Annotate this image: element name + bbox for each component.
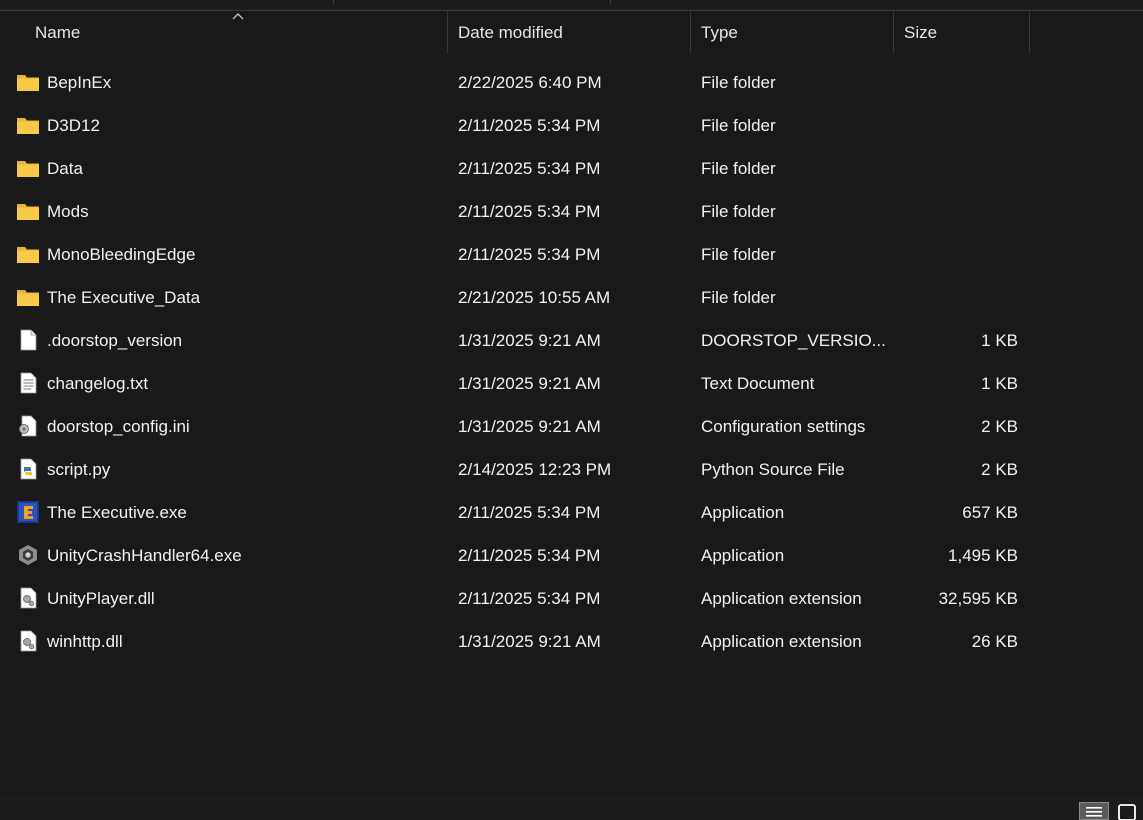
file-row[interactable]: UnityPlayer.dll 2/11/2025 5:34 PM Applicat… xyxy=(0,577,1030,620)
file-date-modified: 2/11/2025 5:34 PM xyxy=(458,589,601,608)
file-row[interactable]: changelog.txt 1/31/2025 9:21 AM Text Docum… xyxy=(0,362,1030,405)
file-date-modified: 2/11/2025 5:34 PM xyxy=(458,159,601,178)
python-file-icon xyxy=(16,458,40,480)
file-type: Application xyxy=(701,503,785,522)
file-date-modified: 2/11/2025 5:34 PM xyxy=(458,503,601,522)
config-file-icon xyxy=(16,415,40,437)
file-row[interactable]: doorstop_config.ini 1/31/2025 9:21 AM Conf… xyxy=(0,405,1030,448)
file-name: BepInEx xyxy=(47,73,112,92)
file-date-modified: 1/31/2025 9:21 AM xyxy=(458,374,601,393)
file-date-modified: 2/11/2025 5:34 PM xyxy=(458,245,601,264)
file-name: MonoBleedingEdge xyxy=(47,245,196,264)
folder-icon xyxy=(16,71,40,93)
file-date-modified: 1/31/2025 9:21 AM xyxy=(458,331,601,350)
column-header-row: Name Date modified Type Size xyxy=(0,11,1030,53)
file-row[interactable]: winhttp.dll 1/31/2025 9:21 AM Application … xyxy=(0,620,1030,663)
file-type: Application xyxy=(701,546,785,565)
file-name: script.py xyxy=(47,460,111,479)
file-name: The Executive.exe xyxy=(47,503,187,522)
file-type: File folder xyxy=(701,159,776,178)
dll-file-icon xyxy=(16,587,40,609)
file-size: 1 KB xyxy=(981,374,1018,393)
file-date-modified: 2/11/2025 5:34 PM xyxy=(458,116,601,135)
file-date-modified: 2/11/2025 5:34 PM xyxy=(458,202,601,221)
text-file-icon xyxy=(16,372,40,394)
details-view-button[interactable] xyxy=(1079,802,1109,820)
file-size: 2 KB xyxy=(981,460,1018,479)
file-date-modified: 1/31/2025 9:21 AM xyxy=(458,632,601,651)
file-type: File folder xyxy=(701,116,776,135)
column-header-name[interactable]: Name xyxy=(0,11,448,53)
file-type: Application extension xyxy=(701,589,862,608)
details-view-icon xyxy=(1086,807,1102,817)
file-size xyxy=(894,61,1018,104)
file-row[interactable]: .doorstop_version 1/31/2025 9:21 AM DOORST… xyxy=(0,319,1030,362)
file-name: The Executive_Data xyxy=(47,288,201,307)
file-row[interactable]: UnityCrashHandler64.exe 2/11/2025 5:34 PM… xyxy=(0,534,1030,577)
game-exe-icon xyxy=(16,501,40,523)
file-name: changelog.txt xyxy=(47,374,149,393)
file-size xyxy=(894,147,1018,190)
file-size: 657 KB xyxy=(962,503,1018,522)
blank-file-icon xyxy=(16,329,40,351)
file-row[interactable]: D3D12 2/11/2025 5:34 PM File folder xyxy=(0,104,1030,147)
file-size: 1 KB xyxy=(981,331,1018,350)
file-type: Application extension xyxy=(701,632,862,651)
file-size xyxy=(894,233,1018,276)
file-type: Configuration settings xyxy=(701,417,866,436)
unity-icon xyxy=(16,544,40,566)
folder-icon xyxy=(16,114,40,136)
file-size: 26 KB xyxy=(971,632,1018,651)
file-date-modified: 2/14/2025 12:23 PM xyxy=(458,460,612,479)
file-type: Text Document xyxy=(701,374,815,393)
file-size xyxy=(894,104,1018,147)
file-row[interactable]: Mods 2/11/2025 5:34 PM File folder xyxy=(0,190,1030,233)
file-row[interactable]: MonoBleedingEdge 2/11/2025 5:34 PM File fo… xyxy=(0,233,1030,276)
file-type: File folder xyxy=(701,245,776,264)
column-header-type[interactable]: Type xyxy=(691,11,894,53)
file-name: D3D12 xyxy=(47,116,100,135)
column-header-size[interactable]: Size xyxy=(894,11,1030,53)
toolbar-edge xyxy=(0,0,1143,11)
dll-file-icon xyxy=(16,630,40,652)
status-bar xyxy=(0,798,1143,820)
file-size: 2 KB xyxy=(981,417,1018,436)
file-name: .doorstop_version xyxy=(47,331,183,350)
file-date-modified: 2/21/2025 10:55 AM xyxy=(458,288,611,307)
large-icons-view-button[interactable] xyxy=(1113,802,1143,820)
folder-icon xyxy=(16,157,40,179)
file-row[interactable]: The Executive.exe 2/11/2025 5:34 PM Applic… xyxy=(0,491,1030,534)
file-explorer-window: Name Date modified Type Size BepInEx 2/22… xyxy=(0,0,1143,820)
folder-icon xyxy=(16,243,40,265)
file-row[interactable]: The Executive_Data 2/21/2025 10:55 AM File… xyxy=(0,276,1030,319)
file-size xyxy=(894,190,1018,233)
file-name: UnityPlayer.dll xyxy=(47,589,155,608)
file-row[interactable]: BepInEx 2/22/2025 6:40 PM File folder xyxy=(0,61,1030,104)
folder-icon xyxy=(16,286,40,308)
file-name: winhttp.dll xyxy=(47,632,123,651)
file-size: 32,595 KB xyxy=(938,589,1018,608)
file-name: UnityCrashHandler64.exe xyxy=(47,546,242,565)
file-type: File folder xyxy=(701,288,776,307)
sort-ascending-icon xyxy=(232,13,244,20)
file-name: Mods xyxy=(47,202,89,221)
file-size xyxy=(894,276,1018,319)
file-type: File folder xyxy=(701,202,776,221)
file-type: DOORSTOP_VERSIO... xyxy=(701,331,886,350)
file-name: Data xyxy=(47,159,83,178)
file-date-modified: 2/22/2025 6:40 PM xyxy=(458,73,602,92)
file-row[interactable]: script.py 2/14/2025 12:23 PM Python Source… xyxy=(0,448,1030,491)
large-icons-view-icon xyxy=(1118,804,1136,820)
file-name: doorstop_config.ini xyxy=(47,417,190,436)
file-row[interactable]: Data 2/11/2025 5:34 PM File folder xyxy=(0,147,1030,190)
file-type: Python Source File xyxy=(701,460,845,479)
column-header-date-modified[interactable]: Date modified xyxy=(448,11,691,53)
file-size: 1,495 KB xyxy=(948,546,1018,565)
file-date-modified: 2/11/2025 5:34 PM xyxy=(458,546,601,565)
file-type: File folder xyxy=(701,73,776,92)
folder-icon xyxy=(16,200,40,222)
file-date-modified: 1/31/2025 9:21 AM xyxy=(458,417,601,436)
